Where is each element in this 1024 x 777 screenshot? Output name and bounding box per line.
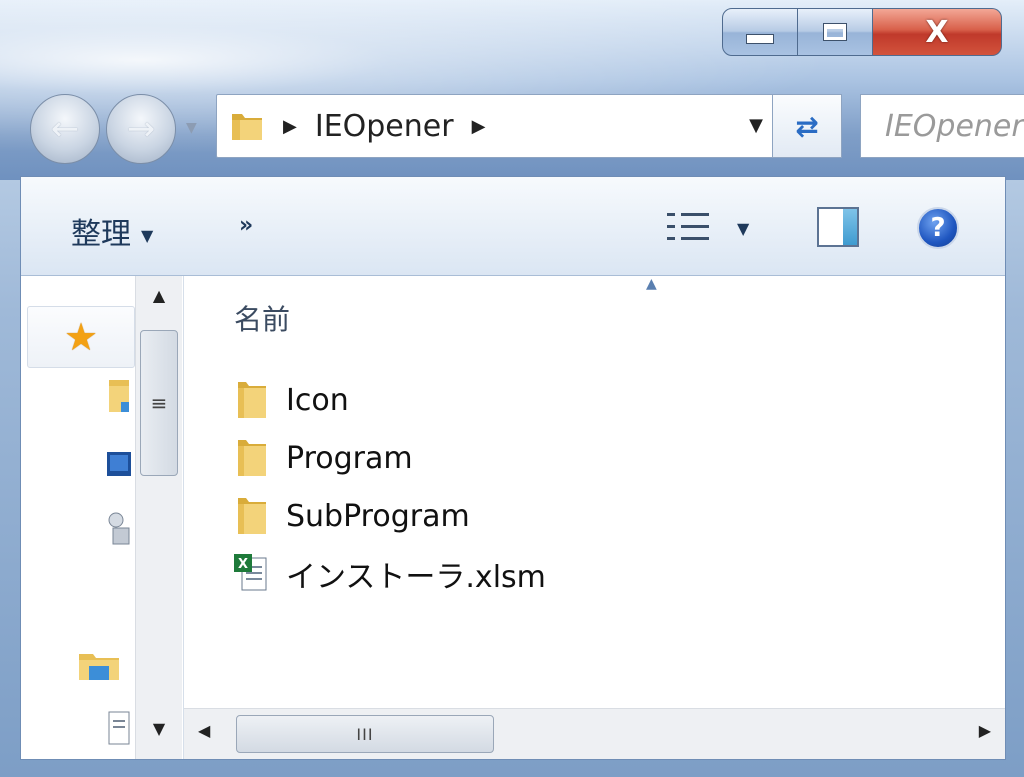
organize-button[interactable]: 整理 ▼ [71,209,153,253]
folder-icon [234,494,270,538]
caption-buttons: X [722,8,1004,56]
nav-pane-vertical-scrollbar[interactable]: ▲ ≡ ▼ [135,276,182,759]
star-icon: ★ [63,315,99,359]
address-bar[interactable]: ▶ IEOpener ▶ ▼ [216,94,774,158]
column-header-name[interactable]: 名前 [234,298,290,338]
scroll-up-arrow-icon[interactable]: ▲ [136,286,182,316]
desktop-icon[interactable] [107,444,131,484]
scroll-right-arrow-icon[interactable]: ▶ [979,721,991,740]
libraries-icon[interactable] [77,644,121,684]
explorer-window: X ← → ▼ ▶ IEOpener ▶ ▼ ⇄ IEOpener 整理 ▼ »… [0,0,1024,777]
list-item[interactable]: SubProgram [234,492,470,540]
breadcrumb-ieopener[interactable]: IEOpener [315,109,454,144]
explorer-content-frame: 整理 ▼ » ▼ ? ★ ▲ ≡ ▼ ▲ 名前 Icon Program Sub… [20,176,1006,760]
arrow-right-icon: → [126,109,156,149]
maximize-button[interactable] [798,8,873,56]
scroll-down-arrow-icon[interactable]: ▼ [136,719,182,749]
favorites-item[interactable]: ★ [27,306,135,368]
file-name: SubProgram [286,498,470,534]
arrow-left-icon: ← [50,109,80,149]
help-button[interactable]: ? [917,207,959,249]
breadcrumb-separator-icon[interactable]: ▶ [472,116,486,137]
command-bar: 整理 ▼ » ▼ ? [21,177,1005,276]
list-item[interactable]: X インストーラ.xlsm [234,550,546,598]
list-item[interactable]: Icon [234,376,349,424]
preview-pane-icon[interactable] [817,207,859,247]
close-icon: X [925,14,949,50]
file-list: ▲ 名前 Icon Program SubProgram X インストーラ.xl… [184,276,1005,708]
svg-text:X: X [238,557,248,572]
file-list-horizontal-scrollbar[interactable]: ◀ III ▶ [184,708,1005,759]
address-history-dropdown[interactable]: ▼ [749,115,763,136]
navigation-pane: ★ ▲ ≡ ▼ [21,276,184,759]
organize-label: 整理 [71,217,131,252]
scroll-left-arrow-icon[interactable]: ◀ [198,721,210,740]
folder-icon[interactable] [107,376,131,416]
refresh-icon: ⇄ [795,109,819,143]
search-input-placeholder[interactable]: IEOpener [861,109,1024,144]
sort-indicator-icon: ▲ [646,276,657,292]
views-dropdown[interactable]: ▼ [737,219,749,238]
folder-icon [229,108,265,144]
file-name: Program [286,440,413,476]
search-box[interactable]: IEOpener [860,94,1024,158]
minimize-button[interactable] [722,8,798,56]
list-item[interactable]: Program [234,434,413,482]
navigation-buttons: ← → ▼ [26,90,214,166]
chevron-down-icon: ▼ [141,226,154,245]
maximize-icon [823,23,847,41]
vertical-scroll-thumb[interactable]: ≡ [140,330,178,476]
folder-icon [234,436,270,480]
file-name: Icon [286,382,349,418]
horizontal-scroll-thumb[interactable]: III [236,715,494,753]
recent-pages-dropdown[interactable]: ▼ [186,120,197,136]
more-commands-button[interactable]: » [239,213,253,238]
minimize-icon [746,34,774,44]
details-view-icon[interactable] [667,209,711,245]
recent-places-icon[interactable] [107,508,131,548]
breadcrumb-separator-icon[interactable]: ▶ [283,116,297,137]
document-icon[interactable] [107,706,131,746]
forward-button[interactable]: → [106,94,176,164]
close-button[interactable]: X [873,8,1002,56]
file-name: インストーラ.xlsm [286,560,546,595]
back-button[interactable]: ← [30,94,100,164]
folder-icon [234,378,270,422]
excel-file-icon: X [234,552,270,596]
refresh-button[interactable]: ⇄ [772,94,842,158]
